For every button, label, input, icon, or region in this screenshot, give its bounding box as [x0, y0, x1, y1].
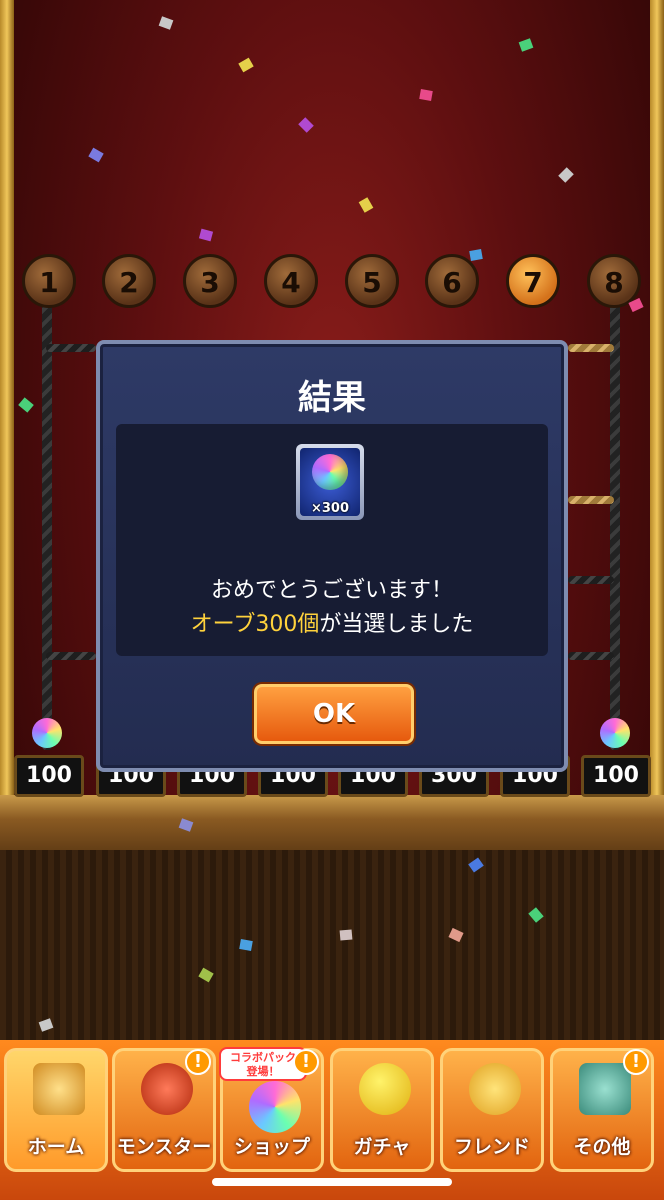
- ok-button[interactable]: OK: [254, 684, 414, 744]
- alert-badge: !: [293, 1049, 319, 1075]
- other-icon: [579, 1063, 631, 1115]
- congrats-message: おめでとうございます！: [210, 578, 453, 603]
- nav-friend[interactable]: フレンド: [440, 1048, 544, 1172]
- nav-gacha-label: ガチャ: [353, 1136, 411, 1158]
- nav-home[interactable]: ホーム: [4, 1048, 108, 1172]
- nav-monster[interactable]: ! モンスター: [112, 1048, 216, 1172]
- result-overlay: 結果 ×300 おめでとうございます！ オーブ300個が当選しました OK: [0, 0, 664, 1200]
- nav-gacha[interactable]: ガチャ: [330, 1048, 434, 1172]
- nav-other-label: その他: [573, 1136, 631, 1158]
- monster-icon: [141, 1063, 193, 1115]
- orb-icon: [312, 454, 348, 490]
- shop-orb-icon: [249, 1081, 301, 1133]
- friends-icon: [469, 1063, 521, 1115]
- reward-message: オーブ300個が当選しました: [100, 606, 564, 638]
- reward-amount-text: オーブ300個: [190, 612, 320, 637]
- nav-friend-label: フレンド: [453, 1136, 530, 1158]
- nav-home-label: ホーム: [27, 1136, 85, 1158]
- reward-count: ×300: [310, 501, 350, 516]
- home-indicator: [212, 1178, 452, 1186]
- alert-badge: !: [623, 1049, 649, 1075]
- nav-other[interactable]: ! その他: [550, 1048, 654, 1172]
- nav-shop[interactable]: コラボパック 登場！ ! ショップ: [219, 1047, 324, 1172]
- nav-monster-label: モンスター: [116, 1136, 212, 1158]
- alert-badge: !: [185, 1049, 211, 1075]
- result-dialog: 結果 ×300 おめでとうございます！ オーブ300個が当選しました OK: [96, 340, 568, 772]
- reward-message-rest: が当選しました: [319, 612, 474, 637]
- home-icon: [33, 1063, 85, 1115]
- bottom-nav: ホーム ! モンスター コラボパック 登場！ ! ショップ ガチャ フレンド !…: [0, 1040, 664, 1200]
- reward-item: ×300: [296, 444, 364, 520]
- gacha-egg-icon: [359, 1063, 411, 1115]
- dialog-title: 結果: [298, 378, 366, 418]
- nav-shop-label: ショップ: [233, 1136, 310, 1158]
